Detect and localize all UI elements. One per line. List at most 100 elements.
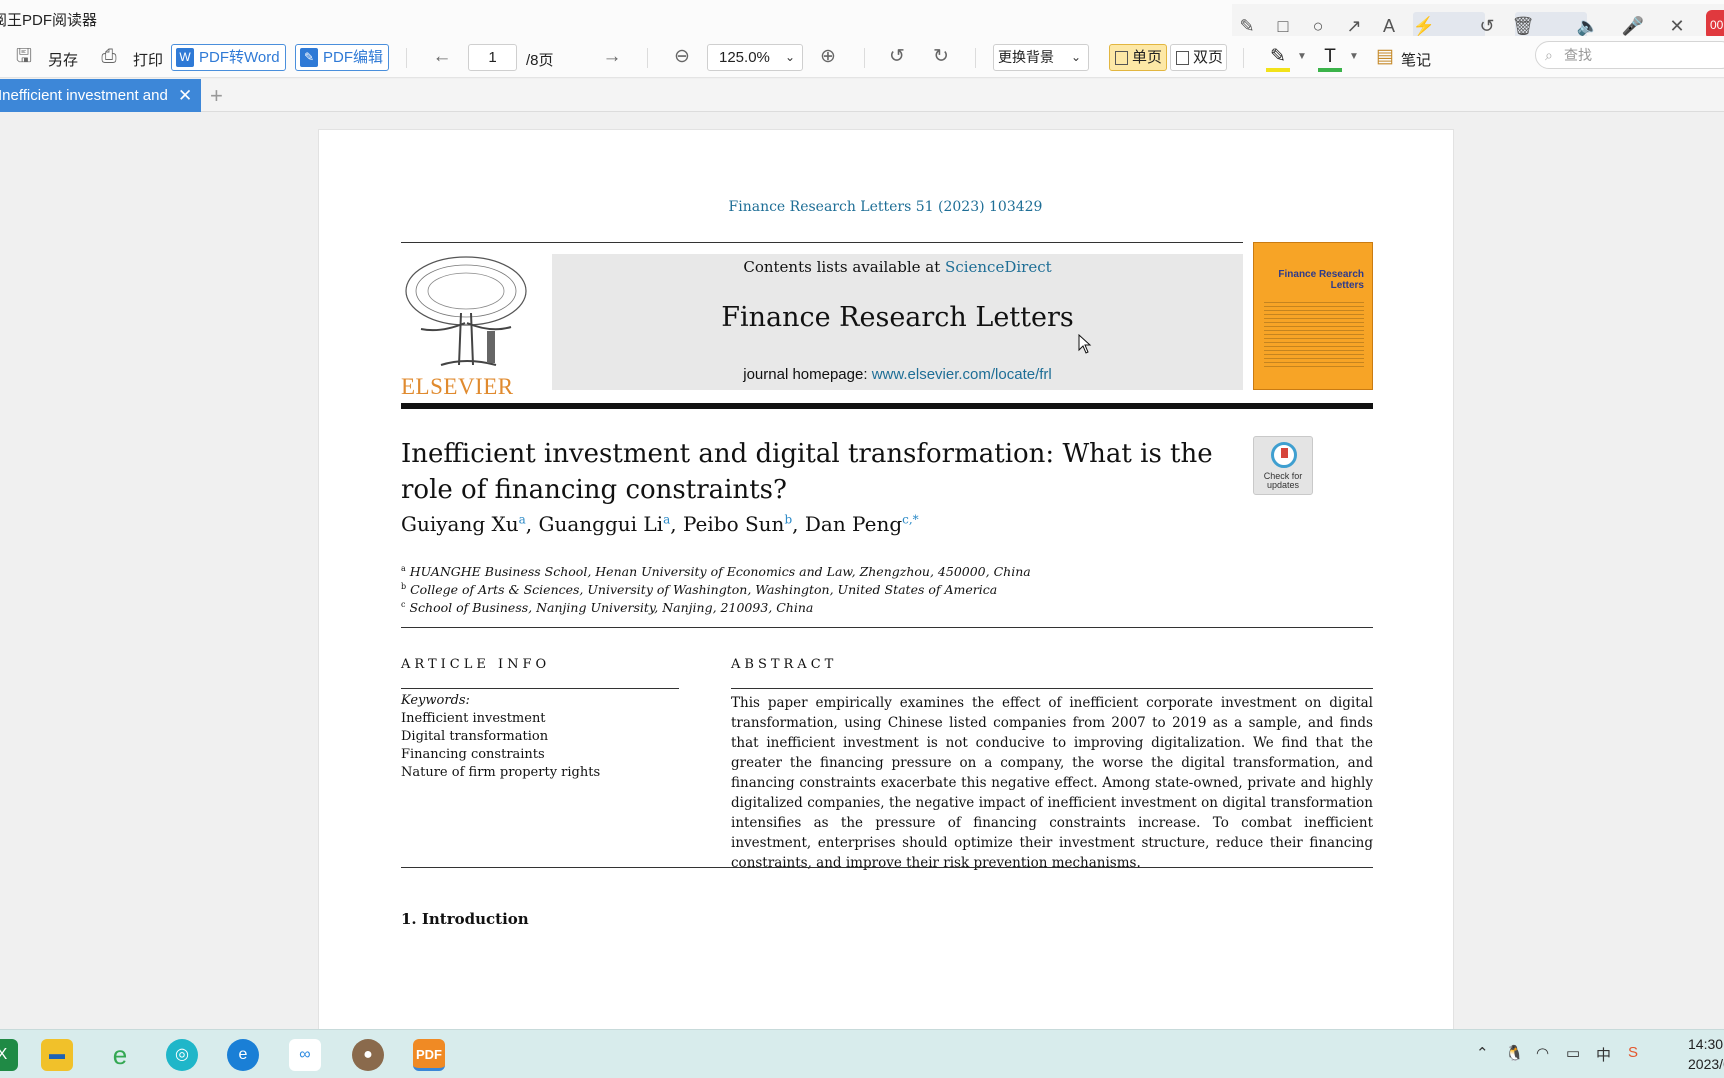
sciencedirect-link[interactable]: ScienceDirect — [945, 258, 1052, 276]
journal-reference[interactable]: Finance Research Letters 51 (2023) 10342… — [319, 199, 1452, 215]
edit-icon: ✎ — [300, 48, 318, 67]
undo-icon[interactable]: ↺ — [1475, 14, 1499, 38]
pdf-to-word-label: PDF转Word — [199, 49, 280, 66]
pencil-icon[interactable]: ✎ — [1235, 14, 1259, 38]
separator — [406, 48, 407, 68]
notes-icon[interactable]: ▤ — [1373, 46, 1397, 68]
avatar-app-icon[interactable]: ● — [352, 1039, 384, 1071]
double-page-button[interactable]: 双页 — [1170, 44, 1227, 71]
single-page-icon — [1115, 51, 1128, 65]
clock-time: 14:30 — [1688, 1036, 1724, 1052]
file-explorer-icon[interactable]: ▬ — [41, 1039, 73, 1071]
ellipse-icon[interactable]: ○ — [1306, 14, 1330, 38]
browser-icon[interactable]: ◎ — [166, 1039, 198, 1071]
separator — [975, 48, 976, 68]
zoom-value: 125.0% — [719, 49, 770, 66]
next-page-icon[interactable]: → — [600, 46, 624, 68]
author-affiliation-mark[interactable]: c,* — [902, 512, 919, 526]
author-name: Peibo Sun — [682, 512, 785, 536]
separator — [1243, 48, 1244, 68]
ime-indicator[interactable]: 中 — [1596, 1044, 1611, 1065]
author-affiliation-mark[interactable]: b — [784, 512, 792, 526]
single-page-button[interactable]: 单页 — [1109, 44, 1167, 71]
ie-icon[interactable]: e — [104, 1039, 136, 1071]
qq-icon[interactable]: 🐧 — [1505, 1044, 1524, 1062]
print-button[interactable]: 打印 — [133, 49, 163, 70]
zoom-in-icon[interactable]: ⊕ — [816, 46, 840, 68]
chevron-down-icon: ⌄ — [784, 50, 795, 64]
close-icon[interactable]: ✕ — [178, 79, 192, 112]
cover-title: Finance Research Letters — [1278, 269, 1364, 291]
cover-text-lines — [1264, 299, 1364, 367]
highlight-icon[interactable]: ✎ — [1266, 46, 1290, 72]
author-affiliation-mark[interactable]: a — [663, 512, 670, 526]
add-tab-icon[interactable]: + — [210, 83, 223, 109]
system-clock[interactable]: 14:30 2023/6 — [1688, 1034, 1724, 1074]
thick-divider — [401, 403, 1373, 409]
notes-button[interactable]: 笔记 — [1401, 49, 1431, 70]
text-color-icon[interactable]: T — [1318, 46, 1342, 72]
prev-page-icon[interactable]: ← — [430, 46, 454, 68]
pdf-to-word-button[interactable]: W PDF转Word — [171, 44, 286, 71]
excel-icon[interactable]: X — [0, 1039, 18, 1071]
page-number-input[interactable]: 1 — [468, 44, 517, 71]
pdf-page: Finance Research Letters 51 (2023) 10342… — [318, 129, 1454, 1029]
save-as-icon[interactable]: 🖫 — [12, 46, 36, 68]
save-as-button[interactable]: 另存 — [48, 49, 78, 70]
chevron-down-icon[interactable]: ▼ — [1342, 46, 1366, 68]
baidu-netdisk-icon[interactable]: ∞ — [289, 1039, 321, 1071]
author-name: Guanggui Li — [538, 512, 664, 536]
zoom-out-icon[interactable]: ⊖ — [670, 46, 694, 68]
keyword: Inefficient investment — [401, 711, 546, 726]
trash-icon[interactable]: 🗑 — [1511, 14, 1535, 38]
rotate-left-icon[interactable]: ↺ — [885, 46, 909, 68]
tab-bar: Inefficient investment and ✕ + — [0, 79, 1724, 112]
arrow-icon[interactable]: ↗ — [1342, 14, 1366, 38]
affiliation-mark: a — [401, 564, 406, 573]
divider — [401, 627, 1373, 628]
microphone-icon[interactable]: 🎤 — [1621, 14, 1645, 38]
chevron-up-icon[interactable]: ⌃ — [1476, 1044, 1489, 1062]
sogou-icon[interactable]: S — [1628, 1044, 1638, 1061]
chevron-down-icon[interactable]: ▼ — [1290, 46, 1314, 68]
affiliation-text: College of Arts & Sciences, University o… — [410, 582, 998, 598]
elsevier-wordmark: ELSEVIER — [401, 374, 514, 399]
keyword: Financing constraints — [401, 747, 545, 762]
tab-document[interactable]: Inefficient investment and ✕ — [0, 79, 201, 112]
search-input[interactable]: ⌕ 查找 — [1535, 41, 1724, 69]
edge-icon[interactable]: e — [227, 1039, 259, 1071]
pdf-edit-button[interactable]: ✎ PDF编辑 — [295, 44, 390, 71]
affiliation-mark: b — [401, 582, 407, 591]
affiliation-text: HUANGHE Business School, Henan Universit… — [409, 564, 1031, 580]
divider — [401, 867, 1373, 868]
check-for-updates-badge[interactable]: Check for updates — [1253, 436, 1313, 495]
zoom-select[interactable]: 125.0% ⌄ — [707, 44, 803, 71]
battery-icon[interactable]: ▭ — [1566, 1044, 1580, 1062]
rectangle-icon[interactable]: □ — [1271, 14, 1295, 38]
speaker-icon[interactable]: 🔈 — [1576, 14, 1600, 38]
mouse-cursor-icon — [1078, 334, 1092, 354]
contents-line: Contents lists available at ScienceDirec… — [552, 258, 1243, 276]
document-viewport[interactable]: Finance Research Letters 51 (2023) 10342… — [0, 112, 1724, 1029]
rotate-right-icon[interactable]: ↻ — [929, 46, 953, 68]
text-icon[interactable]: A — [1377, 14, 1401, 38]
divider — [401, 688, 679, 689]
close-icon[interactable]: ✕ — [1665, 14, 1689, 38]
background-select[interactable]: 更换背景 ⌄ — [993, 44, 1089, 71]
separator — [864, 48, 865, 68]
journal-header-box: Contents lists available at ScienceDirec… — [552, 254, 1243, 390]
author-affiliation-mark[interactable]: a — [519, 512, 526, 526]
single-page-label: 单页 — [1132, 49, 1163, 66]
homepage-line: journal homepage: www.elsevier.com/locat… — [552, 366, 1243, 383]
divider — [401, 242, 1243, 243]
magic-wand-icon[interactable]: ⚡ — [1412, 14, 1436, 38]
print-icon[interactable]: ⎙ — [97, 46, 121, 68]
search-placeholder: 查找 — [1564, 47, 1592, 63]
pdf-app-icon[interactable]: PDF — [413, 1039, 445, 1071]
author-list: Guiyang Xua, Guanggui Lia, Peibo Sunb, D… — [401, 512, 919, 536]
wifi-icon[interactable]: ◠ — [1536, 1044, 1549, 1062]
word-icon: W — [176, 48, 194, 67]
bookmark-icon — [1271, 442, 1297, 468]
abstract-text: This paper empirically examines the effe… — [731, 695, 1373, 871]
homepage-link[interactable]: www.elsevier.com/locate/frl — [872, 366, 1052, 383]
